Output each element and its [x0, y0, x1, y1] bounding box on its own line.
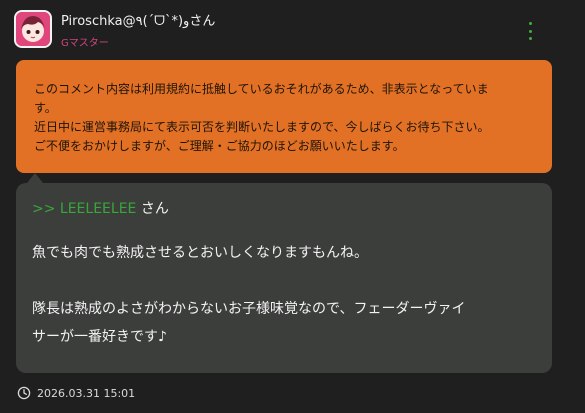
reply-bubble-tail	[27, 173, 43, 183]
reply-body: 魚でも肉でも熟成させるとおいしくなりますもんね。 隊長は熟成のよさがわからないお…	[32, 239, 536, 351]
reply-to-line: >> LEELEELEE さん	[32, 199, 536, 219]
username[interactable]: Piroschka@٩(ˊᗜˋ*)وさん	[61, 10, 215, 29]
user-avatar[interactable]	[14, 10, 52, 48]
user-rank-badge: Gマスター	[61, 38, 109, 49]
moderation-notice: このコメント内容は利用規約に抵触しているおそれがあるため、非表示となっていま す…	[16, 60, 552, 173]
kebab-menu-icon[interactable]	[521, 20, 539, 42]
clock-icon	[17, 386, 31, 400]
notice-line: 近日中に運営事務局にて表示可否を判断いたしますので、今しばらくお待ち下さい。	[34, 120, 490, 134]
reply-bubble: >> LEELEELEE さん 魚でも肉でも熟成させるとおいしくなりますもんね。…	[16, 183, 552, 373]
notice-line: このコメント内容は利用規約に抵触しているおそれがあるため、非表示となっていま	[34, 82, 489, 96]
reply-text-line: 隊長は熟成のよさがわからないお子様味覚なので、フェーダーヴァイ	[32, 301, 466, 317]
notice-line: す。	[34, 101, 57, 115]
reply-text-line: 魚でも肉でも熟成させるとおいしくなりますもんね。	[32, 245, 368, 261]
reply-mention-suffix: さん	[140, 201, 169, 217]
reply-text-line: サーが一番好きです♪	[32, 329, 167, 345]
reply-mention-link[interactable]: >> LEELEELEE	[32, 201, 136, 217]
notice-line: ご不便をおかけしますが、ご理解・ご協力のほどお願いいたします。	[34, 139, 405, 153]
comment-footer: 2026.03.31 15:01	[17, 386, 135, 400]
comment-timestamp: 2026.03.31 15:01	[37, 386, 136, 400]
